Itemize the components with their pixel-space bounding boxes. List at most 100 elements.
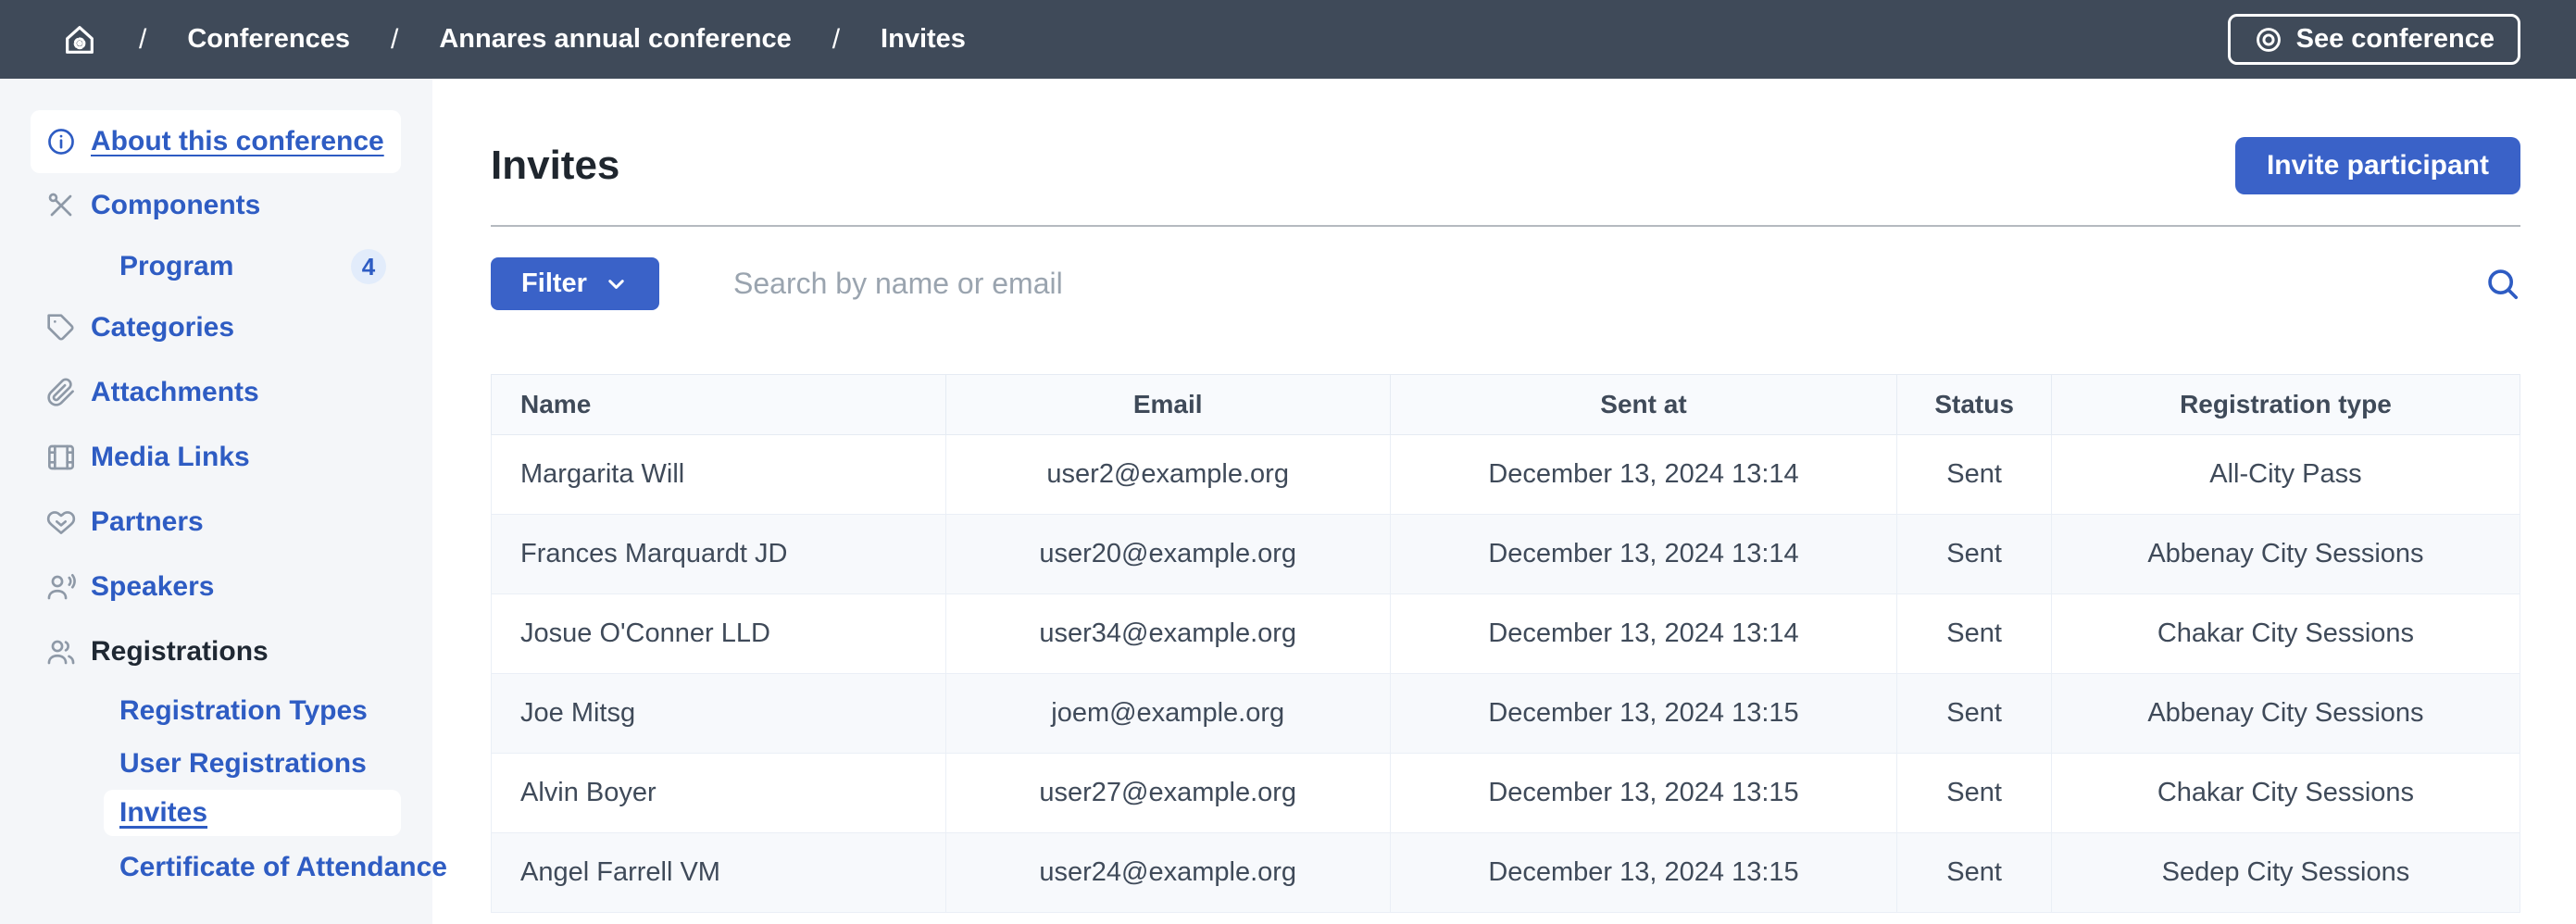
cell-email: user24@example.org: [945, 833, 1390, 913]
sidebar-item-about-this-conference[interactable]: About this conference: [31, 110, 401, 173]
table-row: Margarita Will user2@example.org Decembe…: [492, 435, 2520, 515]
sidebar-item-label: Components: [91, 190, 260, 221]
sidebar-item-media-links[interactable]: Media Links: [0, 425, 432, 490]
sidebar-item-user-registrations[interactable]: User Registrations: [0, 737, 432, 790]
breadcrumb-separator: /: [832, 24, 840, 56]
sidebar-item-label: Partners: [91, 506, 204, 538]
cell-sent-at: December 13, 2024 13:15: [1390, 674, 1897, 754]
cell-registration-type: Chakar City Sessions: [2051, 754, 2520, 833]
program-count-badge: 4: [351, 249, 386, 284]
table-row: Joe Mitsg joem@example.org December 13, …: [492, 674, 2520, 754]
invites-table: Name Email Sent at Status Registration t…: [491, 374, 2520, 913]
tools-icon: [46, 191, 76, 220]
sidebar-item-program[interactable]: Program 4: [0, 238, 432, 295]
cell-status: Sent: [1897, 833, 2052, 913]
info-icon: [46, 127, 76, 156]
see-conference-label: See conference: [2296, 24, 2495, 55]
user-voice-icon: [46, 572, 76, 602]
sidebar-item-label: Media Links: [91, 442, 250, 473]
sidebar-item-components[interactable]: Components: [0, 173, 432, 238]
table-row: Alvin Boyer user27@example.org December …: [492, 754, 2520, 833]
sidebar-item-registrations[interactable]: Registrations: [0, 619, 432, 684]
cell-registration-type: Abbenay City Sessions: [2051, 674, 2520, 754]
home-gear-icon[interactable]: [61, 21, 98, 58]
table-row: Josue O'Conner LLD user34@example.org De…: [492, 594, 2520, 674]
see-conference-button[interactable]: See conference: [2228, 14, 2520, 65]
title-divider: [491, 225, 2520, 227]
table-row: Frances Marquardt JD user20@example.org …: [492, 515, 2520, 594]
breadcrumb: / Conferences / Annares annual conferenc…: [61, 21, 966, 58]
column-header-registration-type: Registration type: [2051, 375, 2520, 435]
cell-status: Sent: [1897, 594, 2052, 674]
sidebar-item-label: Invites: [119, 797, 207, 829]
cell-email: user27@example.org: [945, 754, 1390, 833]
cell-name: Margarita Will: [492, 435, 946, 515]
sidebar-item-registration-types[interactable]: Registration Types: [0, 684, 432, 737]
cell-registration-type: All-City Pass: [2051, 435, 2520, 515]
sidebar-item-certificate-of-attendance[interactable]: Certificate of Attendance: [0, 842, 432, 893]
table-row: Angel Farrell VM user24@example.org Dece…: [492, 833, 2520, 913]
cell-name: Frances Marquardt JD: [492, 515, 946, 594]
paperclip-icon: [46, 378, 76, 407]
sidebar-item-label: About this conference: [91, 126, 384, 157]
breadcrumb-invites[interactable]: Invites: [881, 24, 966, 55]
sidebar-item-label: Attachments: [91, 377, 259, 408]
cell-status: Sent: [1897, 515, 2052, 594]
breadcrumb-separator: /: [391, 24, 398, 56]
column-header-name: Name: [492, 375, 946, 435]
sidebar-item-invites[interactable]: Invites: [104, 790, 401, 836]
column-header-status: Status: [1897, 375, 2052, 435]
cell-email: user2@example.org: [945, 435, 1390, 515]
group-icon: [46, 637, 76, 667]
chevron-down-icon: [604, 271, 629, 296]
cell-name: Alvin Boyer: [492, 754, 946, 833]
breadcrumb-separator: /: [139, 24, 146, 56]
topbar: / Conferences / Annares annual conferenc…: [0, 0, 2576, 79]
cell-sent-at: December 13, 2024 13:15: [1390, 833, 1897, 913]
filter-toolbar: Filter: [491, 257, 2520, 310]
sidebar-item-label: Categories: [91, 312, 234, 343]
film-icon: [46, 443, 76, 472]
sidebar-item-label: Registrations: [91, 636, 269, 668]
cell-email: joem@example.org: [945, 674, 1390, 754]
cell-sent-at: December 13, 2024 13:14: [1390, 515, 1897, 594]
invite-participant-button[interactable]: Invite participant: [2235, 137, 2520, 194]
cell-status: Sent: [1897, 435, 2052, 515]
sidebar: About this conference Components Program…: [0, 79, 432, 924]
cell-name: Josue O'Conner LLD: [492, 594, 946, 674]
column-header-email: Email: [945, 375, 1390, 435]
cell-registration-type: Abbenay City Sessions: [2051, 515, 2520, 594]
filter-button-label: Filter: [521, 268, 587, 299]
sidebar-item-partners[interactable]: Partners: [0, 490, 432, 555]
table-header-row: Name Email Sent at Status Registration t…: [492, 375, 2520, 435]
cell-sent-at: December 13, 2024 13:14: [1390, 435, 1897, 515]
cell-email: user34@example.org: [945, 594, 1390, 674]
search-icon[interactable]: [2485, 267, 2520, 302]
hand-heart-icon: [46, 507, 76, 537]
cell-name: Joe Mitsg: [492, 674, 946, 754]
page-title: Invites: [491, 143, 619, 189]
main-content: Invites Invite participant Filter: [432, 79, 2576, 924]
tag-icon: [46, 313, 76, 343]
sidebar-item-label: Certificate of Attendance: [119, 852, 447, 883]
cell-status: Sent: [1897, 674, 2052, 754]
eye-icon: [2254, 25, 2283, 55]
cell-status: Sent: [1897, 754, 2052, 833]
sidebar-item-speakers[interactable]: Speakers: [0, 555, 432, 619]
search-input[interactable]: [733, 267, 2467, 301]
filter-button[interactable]: Filter: [491, 257, 659, 310]
sidebar-item-label: Speakers: [91, 571, 214, 603]
sidebar-item-label: User Registrations: [119, 748, 367, 780]
sidebar-item-label: Program: [119, 251, 233, 282]
sidebar-item-categories[interactable]: Categories: [0, 295, 432, 360]
sidebar-item-label: Registration Types: [119, 695, 368, 727]
column-header-sent-at: Sent at: [1390, 375, 1897, 435]
cell-sent-at: December 13, 2024 13:15: [1390, 754, 1897, 833]
breadcrumb-conferences[interactable]: Conferences: [187, 24, 350, 55]
cell-name: Angel Farrell VM: [492, 833, 946, 913]
cell-email: user20@example.org: [945, 515, 1390, 594]
sidebar-item-attachments[interactable]: Attachments: [0, 360, 432, 425]
cell-sent-at: December 13, 2024 13:14: [1390, 594, 1897, 674]
breadcrumb-conference-name[interactable]: Annares annual conference: [439, 24, 791, 55]
cell-registration-type: Sedep City Sessions: [2051, 833, 2520, 913]
